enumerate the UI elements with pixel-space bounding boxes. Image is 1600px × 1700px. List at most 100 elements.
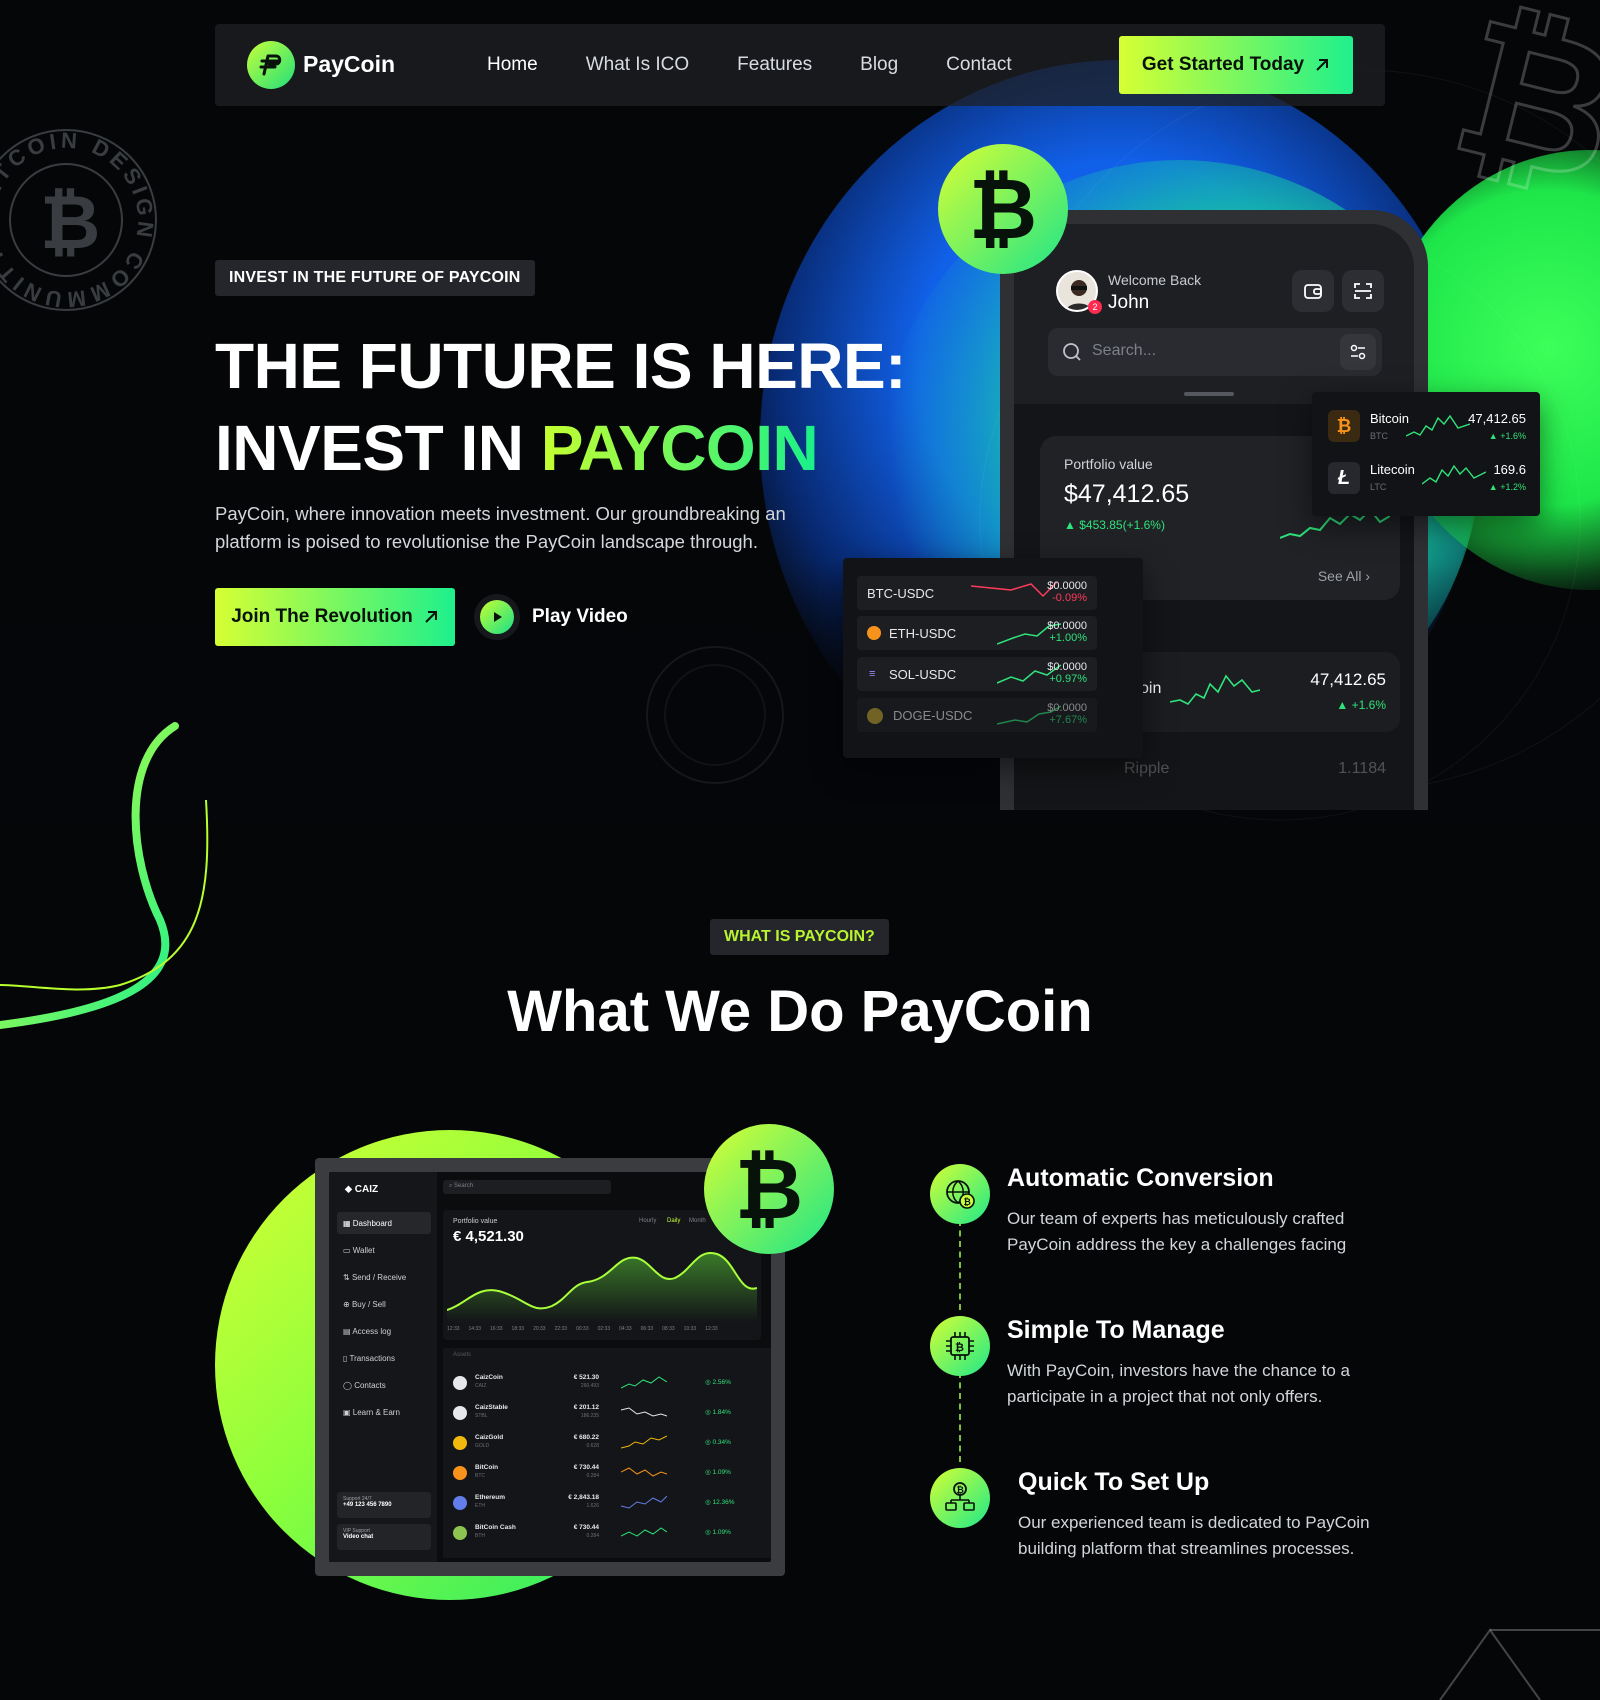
support-box[interactable]: Support 24/7 +49 123 456 7890 bbox=[337, 1492, 431, 1518]
ticker-change-value-1: +1.2% bbox=[1500, 482, 1526, 492]
pair-price-0: $0.0000 -0.09% bbox=[1047, 580, 1087, 604]
hero-title-line1: THE FUTURE IS HERE: bbox=[215, 330, 906, 402]
navbar: PayCoin Home What Is ICO Features Blog C… bbox=[215, 24, 1385, 106]
sidebar-item-contacts[interactable]: ◯ Contacts bbox=[343, 1381, 386, 1390]
nav-blog[interactable]: Blog bbox=[860, 54, 898, 76]
range-hourly[interactable]: Hourly bbox=[639, 1218, 656, 1224]
pair-price-value-3: $0.0000 bbox=[1047, 702, 1087, 714]
time-tick: 02:33 bbox=[597, 1326, 611, 1332]
community-badge: BITCOIN DESIGN COMMUNITY ₿ bbox=[0, 120, 170, 320]
sidebar-item-wallet[interactable]: ▭ Wallet bbox=[343, 1246, 375, 1255]
play-video-label[interactable]: Play Video bbox=[532, 606, 628, 628]
dash-time-axis: 12:33 14:33 16:33 18:33 20:33 22:33 00:3… bbox=[447, 1326, 718, 1332]
dashboard-search-input[interactable]: ⌕ Search bbox=[443, 1180, 611, 1194]
asset-row[interactable]: CaizGold GOLD € 680.22 0.628 ◎ 0.34% bbox=[443, 1428, 771, 1458]
dash-portfolio-chart bbox=[447, 1251, 757, 1322]
pair-row-3[interactable]: DOGE-USDC $0.0000 +7.67% bbox=[857, 698, 1097, 732]
see-all-label: See All bbox=[1317, 568, 1362, 584]
asset-name: BitCoin Cash bbox=[475, 1524, 516, 1531]
bitcoin-bubble-icon: ₿ bbox=[938, 144, 1068, 274]
asset-row[interactable]: CaizCoin CAIZ € 521.30 260.493 ◎ 2.56% bbox=[443, 1368, 771, 1398]
time-tick: 10:33 bbox=[683, 1326, 697, 1332]
pair-row-0[interactable]: BTC-USDC $0.0000 -0.09% bbox=[857, 576, 1097, 610]
ticker-symbol-1: LTC bbox=[1370, 482, 1387, 492]
feature-text-1: With PayCoin, investors have the chance … bbox=[1007, 1361, 1351, 1406]
scan-button[interactable] bbox=[1342, 270, 1384, 312]
asset-change-value: 1.84% bbox=[712, 1409, 731, 1416]
hero-subtitle: PayCoin, where innovation meets investme… bbox=[215, 503, 786, 552]
asset-symbol: GOLD bbox=[475, 1443, 490, 1449]
time-tick: 08:33 bbox=[662, 1326, 675, 1332]
sidebar-item-send-receive[interactable]: ⇅ Send / Receive bbox=[343, 1273, 406, 1282]
asset-name: CaizGold bbox=[475, 1434, 504, 1441]
ticker-sparkline-1 bbox=[1422, 464, 1486, 485]
ticker-change-value-0: +1.6% bbox=[1500, 431, 1526, 441]
asset-row[interactable]: BitCoin BTC € 730.44 0.284 ◎ 1.09% bbox=[443, 1458, 771, 1488]
sidebar-item-transactions[interactable]: ▯ Transactions bbox=[343, 1354, 395, 1363]
pair-price-value-0: $0.0000 bbox=[1047, 580, 1087, 592]
eth-coin-icon bbox=[867, 626, 881, 640]
hero-title-highlight: PAYCOIN bbox=[540, 412, 819, 484]
pair-price-2: $0.0000 +0.97% bbox=[1047, 661, 1087, 685]
arrow-up-right-icon bbox=[1316, 59, 1329, 71]
section-tag: WHAT IS PAYCOIN? bbox=[710, 919, 889, 955]
asset-change-value: 1.09% bbox=[712, 1469, 731, 1476]
sidebar-item-access-log[interactable]: ▤ Access log bbox=[343, 1327, 391, 1336]
pair-price-1: $0.0000 +1.00% bbox=[1047, 620, 1087, 644]
network-bitcoin-icon: ₿ bbox=[930, 1468, 990, 1528]
arrow-up-right-icon bbox=[425, 611, 437, 623]
nav-features[interactable]: Features bbox=[737, 54, 812, 76]
asset-sparkline bbox=[621, 1435, 667, 1449]
asset-symbol: CAIZ bbox=[475, 1383, 487, 1389]
search-placeholder: Search... bbox=[1092, 342, 1157, 359]
vip-box[interactable]: VIP Support Video chat bbox=[337, 1524, 431, 1550]
coin-row-sparkline bbox=[1170, 674, 1260, 706]
play-video-button[interactable] bbox=[474, 594, 520, 640]
doge-coin-icon bbox=[867, 708, 883, 724]
asset-row[interactable]: BitCoin Cash BTH € 730.44 0.284 ◎ 1.09% bbox=[443, 1518, 771, 1548]
sidebar-label-transactions: Transactions bbox=[349, 1354, 395, 1363]
asset-value: € 730.44 bbox=[573, 1464, 599, 1471]
ticker-name-0: Bitcoin bbox=[1370, 411, 1410, 426]
asset-row[interactable]: Ethereum ETH € 2,843.18 1.626 ◎ 12.36% bbox=[443, 1488, 771, 1518]
time-tick: 22:33 bbox=[554, 1326, 568, 1332]
asset-change: ◎ 1.09% bbox=[705, 1529, 731, 1536]
ripple-value: 1.1184 bbox=[1338, 760, 1386, 777]
sidebar-label-send-receive: Send / Receive bbox=[351, 1273, 407, 1282]
filter-button[interactable] bbox=[1340, 334, 1376, 370]
svg-text:₿: ₿ bbox=[964, 1197, 971, 1208]
portfolio-change-value: $453.85(+1.6%) bbox=[1079, 518, 1165, 532]
nav-what-is-ico[interactable]: What Is ICO bbox=[586, 54, 689, 76]
sidebar-item-dashboard[interactable]: ▦ Dashboard bbox=[343, 1219, 392, 1228]
phone-search-input[interactable]: Search... bbox=[1048, 328, 1382, 376]
pair-row-2[interactable]: ≡ SOL-USDC $0.0000 +0.97% bbox=[857, 657, 1097, 691]
sheet-handle[interactable] bbox=[1184, 392, 1234, 396]
asset-symbol: BTC bbox=[475, 1473, 485, 1479]
join-revolution-button[interactable]: Join The Revolution bbox=[215, 588, 455, 646]
support-phone: +49 123 456 7890 bbox=[343, 1502, 392, 1508]
asset-change: ◎ 1.84% bbox=[705, 1409, 731, 1416]
sidebar-label-learn-earn: Learn & Earn bbox=[352, 1408, 400, 1417]
paycoin-logo-icon[interactable] bbox=[247, 41, 295, 89]
brand-name[interactable]: PayCoin bbox=[303, 51, 395, 78]
wallet-button[interactable] bbox=[1292, 270, 1334, 312]
nav-home[interactable]: Home bbox=[487, 54, 538, 76]
globe-bitcoin-icon: ₿ bbox=[930, 1164, 990, 1224]
range-daily[interactable]: Daily bbox=[667, 1218, 680, 1224]
range-month[interactable]: Month bbox=[689, 1218, 706, 1224]
pair-row-1[interactable]: ETH-USDC $0.0000 +1.00% bbox=[857, 616, 1097, 650]
phone-header bbox=[1014, 224, 1414, 404]
see-all-link[interactable]: See All › bbox=[1318, 568, 1370, 584]
asset-row[interactable]: CaizStable STBL € 201.12 186.235 ◎ 1.84% bbox=[443, 1398, 771, 1428]
sidebar-item-learn-earn[interactable]: ▣ Learn & Earn bbox=[343, 1408, 400, 1417]
timeline-connector bbox=[959, 1372, 961, 1462]
time-tick: 20:33 bbox=[533, 1326, 546, 1332]
bitcoin-icon: ₿ bbox=[40, 180, 100, 266]
pair-name-2: SOL-USDC bbox=[889, 667, 957, 682]
coin-row-change: ▲ +1.6% bbox=[1336, 698, 1386, 712]
sidebar-item-buy-sell[interactable]: ⊕ Buy / Sell bbox=[343, 1300, 386, 1309]
sidebar-label-wallet: Wallet bbox=[352, 1246, 375, 1255]
nav-contact[interactable]: Contact bbox=[946, 54, 1011, 76]
asset-value: € 730.44 bbox=[573, 1524, 599, 1531]
get-started-button[interactable]: Get Started Today bbox=[1119, 36, 1353, 94]
